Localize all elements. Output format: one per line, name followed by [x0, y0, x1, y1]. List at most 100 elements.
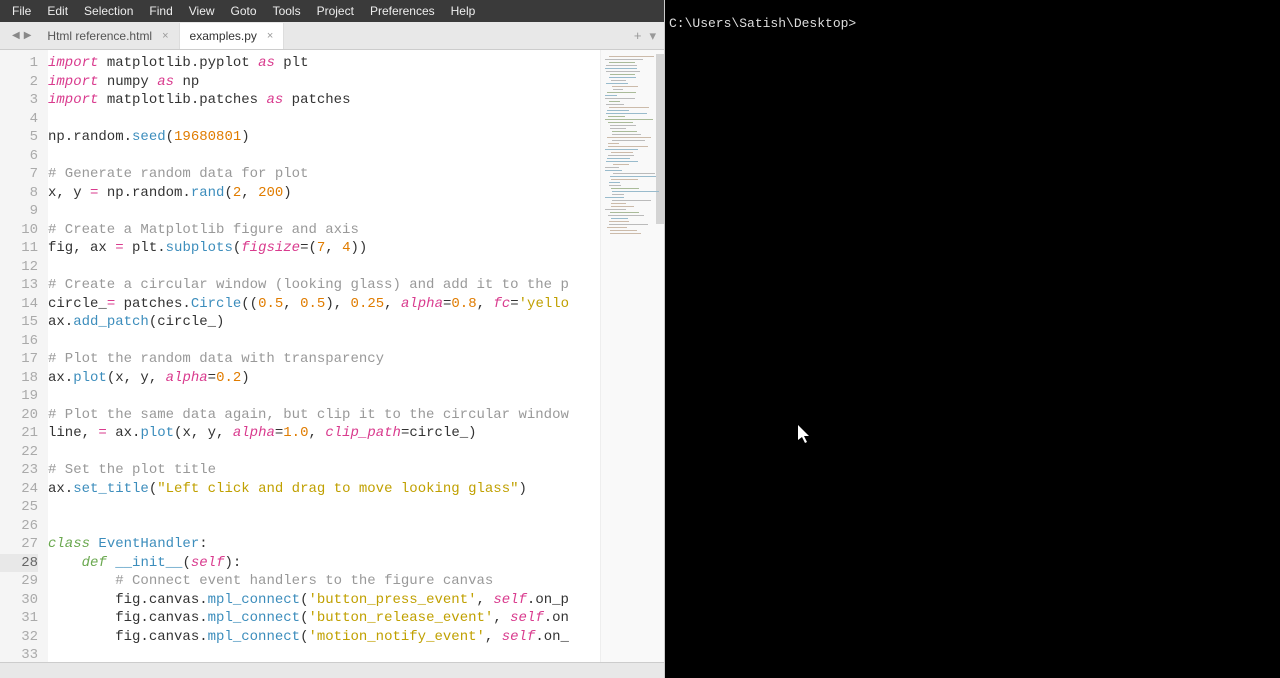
terminal-prompt: C:\Users\Satish\Desktop> [669, 16, 856, 31]
code-line[interactable]: def __init__(self): [48, 554, 600, 573]
menu-goto[interactable]: Goto [223, 2, 265, 20]
code-line[interactable]: # Connect event handlers to the figure c… [48, 572, 600, 591]
line-number: 16 [0, 332, 38, 351]
line-number: 10 [0, 221, 38, 240]
code-line[interactable]: fig, ax = plt.subplots(figsize=(7, 4)) [48, 239, 600, 258]
menu-edit[interactable]: Edit [39, 2, 76, 20]
menu-project[interactable]: Project [309, 2, 362, 20]
line-number: 15 [0, 313, 38, 332]
code-line[interactable]: import matplotlib.pyplot as plt [48, 54, 600, 73]
code-line[interactable]: x, y = np.random.rand(2, 200) [48, 184, 600, 203]
menu-selection[interactable]: Selection [76, 2, 141, 20]
minimap[interactable] [600, 50, 664, 662]
code-line[interactable]: np.random.seed(19680801) [48, 128, 600, 147]
code-line[interactable]: fig.canvas.mpl_connect('motion_notify_ev… [48, 628, 600, 647]
code-line[interactable] [48, 387, 600, 406]
menu-tools[interactable]: Tools [265, 2, 309, 20]
line-number: 13 [0, 276, 38, 295]
line-number: 19 [0, 387, 38, 406]
code-line[interactable]: ax.set_title("Left click and drag to mov… [48, 480, 600, 499]
terminal-output[interactable]: C:\Users\Satish\Desktop> [665, 8, 1280, 39]
line-number: 7 [0, 165, 38, 184]
code-line[interactable]: import matplotlib.patches as patches [48, 91, 600, 110]
code-line[interactable] [48, 110, 600, 129]
horizontal-scrollbar[interactable] [0, 662, 664, 678]
line-number: 3 [0, 91, 38, 110]
tab-nav: ◀ ▶ [6, 30, 37, 41]
line-number: 28 [0, 554, 38, 573]
code-line[interactable]: # Plot the random data with transparency [48, 350, 600, 369]
code-line[interactable]: ax.plot(x, y, alpha=0.2) [48, 369, 600, 388]
code-line[interactable]: # Create a circular window (looking glas… [48, 276, 600, 295]
line-number: 29 [0, 572, 38, 591]
close-icon[interactable]: × [267, 30, 273, 42]
line-number: 25 [0, 498, 38, 517]
line-number: 4 [0, 110, 38, 129]
line-number: 17 [0, 350, 38, 369]
line-number: 20 [0, 406, 38, 425]
code-line[interactable] [48, 498, 600, 517]
mouse-cursor-icon [798, 425, 812, 448]
tab-menu-icon[interactable]: ▾ [649, 28, 656, 44]
code-line[interactable] [48, 443, 600, 462]
code-line[interactable] [48, 646, 600, 662]
menu-view[interactable]: View [181, 2, 223, 20]
code-editor[interactable]: import matplotlib.pyplot as pltimport nu… [48, 50, 600, 662]
line-number: 26 [0, 517, 38, 536]
tab-bar: ◀ ▶ Html reference.html × examples.py × … [0, 22, 664, 50]
tab-label: examples.py [190, 29, 257, 43]
code-line[interactable]: import numpy as np [48, 73, 600, 92]
editor-pane: File Edit Selection Find View Goto Tools… [0, 0, 665, 678]
line-number: 6 [0, 147, 38, 166]
menu-help[interactable]: Help [443, 2, 484, 20]
line-number: 31 [0, 609, 38, 628]
new-tab-icon[interactable]: + [634, 28, 642, 44]
line-number: 12 [0, 258, 38, 277]
code-line[interactable]: # Create a Matplotlib figure and axis [48, 221, 600, 240]
tab-html-reference[interactable]: Html reference.html × [37, 23, 179, 49]
code-line[interactable]: line, = ax.plot(x, y, alpha=1.0, clip_pa… [48, 424, 600, 443]
terminal-pane[interactable]: C:\Users\Satish\Desktop> [665, 0, 1280, 678]
code-line[interactable]: circle_= patches.Circle((0.5, 0.5), 0.25… [48, 295, 600, 314]
close-icon[interactable]: × [162, 30, 168, 42]
line-number: 1 [0, 54, 38, 73]
terminal-titlebar [665, 0, 1280, 8]
tab-label: Html reference.html [47, 29, 152, 43]
menu-find[interactable]: Find [141, 2, 180, 20]
line-number: 23 [0, 461, 38, 480]
line-number: 8 [0, 184, 38, 203]
menu-file[interactable]: File [4, 2, 39, 20]
nav-forward-icon[interactable]: ▶ [24, 30, 32, 41]
code-line[interactable] [48, 258, 600, 277]
menubar: File Edit Selection Find View Goto Tools… [0, 0, 664, 22]
code-line[interactable] [48, 202, 600, 221]
line-number: 11 [0, 239, 38, 258]
line-number: 18 [0, 369, 38, 388]
code-line[interactable]: ax.add_patch(circle_) [48, 313, 600, 332]
code-line[interactable] [48, 147, 600, 166]
line-number: 9 [0, 202, 38, 221]
line-number: 27 [0, 535, 38, 554]
code-line[interactable]: fig.canvas.mpl_connect('button_release_e… [48, 609, 600, 628]
code-line[interactable]: # Generate random data for plot [48, 165, 600, 184]
tab-examples-py[interactable]: examples.py × [180, 23, 285, 49]
nav-back-icon[interactable]: ◀ [12, 30, 20, 41]
editor-area: 1234567891011121314151617181920212223242… [0, 50, 664, 662]
code-line[interactable] [48, 332, 600, 351]
minimap-viewport[interactable] [656, 54, 664, 224]
line-number: 2 [0, 73, 38, 92]
code-line[interactable] [48, 517, 600, 536]
tabbar-controls: + ▾ [634, 28, 656, 44]
line-number: 5 [0, 128, 38, 147]
line-number: 33 [0, 646, 38, 662]
line-number: 21 [0, 424, 38, 443]
menu-preferences[interactable]: Preferences [362, 2, 443, 20]
line-gutter: 1234567891011121314151617181920212223242… [0, 50, 48, 662]
code-line[interactable]: # Set the plot title [48, 461, 600, 480]
code-line[interactable]: fig.canvas.mpl_connect('button_press_eve… [48, 591, 600, 610]
line-number: 32 [0, 628, 38, 647]
line-number: 14 [0, 295, 38, 314]
code-line[interactable]: # Plot the same data again, but clip it … [48, 406, 600, 425]
line-number: 24 [0, 480, 38, 499]
code-line[interactable]: class EventHandler: [48, 535, 600, 554]
